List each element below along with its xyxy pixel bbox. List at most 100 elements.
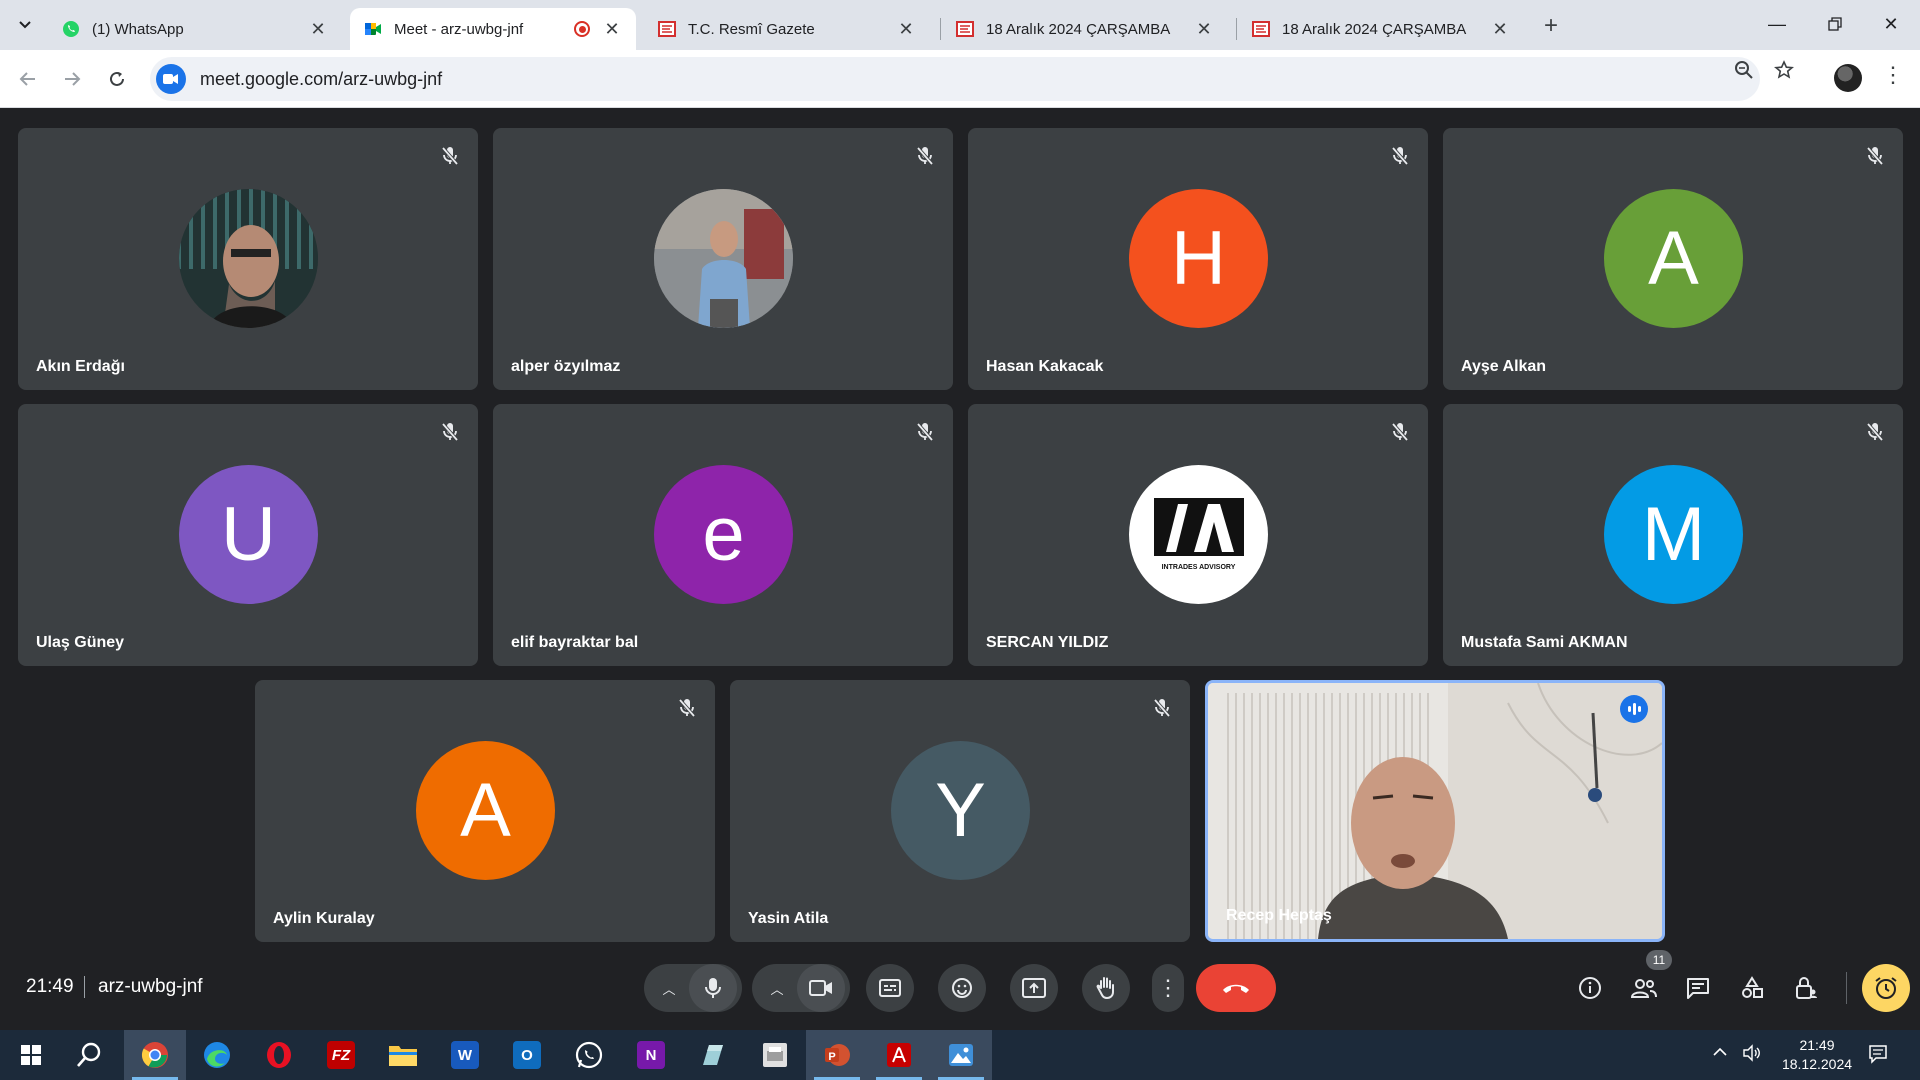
taskbar-word[interactable]: W — [434, 1030, 496, 1080]
tab-meet[interactable]: Meet - arz-uwbg-jnf ✕ — [350, 8, 636, 50]
mic-off-icon — [438, 144, 462, 168]
participant-tile[interactable]: A Ayşe Alkan — [1443, 128, 1903, 390]
reload-button[interactable] — [101, 63, 133, 95]
show-hidden-icons[interactable] — [1712, 1044, 1728, 1063]
close-tab-icon[interactable]: ✕ — [1194, 19, 1214, 40]
participant-count-badge: 11 — [1646, 950, 1672, 970]
taskbar-filezilla[interactable]: FZ — [310, 1030, 372, 1080]
chat-icon — [1687, 978, 1709, 999]
taskbar-printer-app[interactable] — [744, 1030, 806, 1080]
participant-name: Ulaş Güney — [36, 634, 125, 651]
taskbar-photos[interactable] — [930, 1030, 992, 1080]
start-button[interactable] — [0, 1030, 62, 1080]
host-controls-button[interactable] — [1862, 964, 1910, 1012]
video-options-chevron-icon[interactable]: ︿ — [757, 979, 797, 998]
app-icon — [703, 1045, 723, 1065]
speaking-indicator-icon — [1620, 695, 1648, 723]
more-options-button[interactable]: ⋮ — [1152, 964, 1184, 1012]
participant-tile[interactable]: Y Yasin Atila — [730, 680, 1190, 942]
participant-tile[interactable]: A Aylin Kuralay — [255, 680, 715, 942]
participant-tile[interactable]: Recep Heptaş — [1205, 680, 1665, 942]
browser-toolbar: meet.google.com/arz-uwbg-jnf ⋮ — [0, 50, 1920, 108]
browser-tab-strip: (1) WhatsApp ✕ Meet - arz-uwbg-jnf ✕ T.C… — [0, 0, 1920, 50]
onenote-icon: N — [637, 1041, 665, 1069]
participant-tile[interactable]: M Mustafa Sami AKMAN — [1443, 404, 1903, 666]
new-tab-button[interactable]: + — [1544, 12, 1558, 40]
avatar-initial: A — [1648, 216, 1699, 301]
emoji-reactions-button[interactable] — [938, 964, 986, 1012]
tab-title: 18 Aralık 2024 ÇARŞAMBA — [986, 20, 1171, 38]
restore-button[interactable] — [1806, 6, 1864, 42]
intrades-logo — [1153, 498, 1244, 556]
participant-tile[interactable]: H Hasan Kakacak — [968, 128, 1428, 390]
captions-button[interactable] — [866, 964, 914, 1012]
taskbar-clock[interactable]: 21:49 18.12.2024 — [1772, 1036, 1862, 1074]
tab-search-button[interactable] — [10, 10, 40, 40]
windows-taskbar: FZ W O N P 21:49 18.12.2024 — [0, 1030, 1920, 1080]
taskbar-acrobat[interactable] — [868, 1030, 930, 1080]
close-tab-icon[interactable]: ✕ — [308, 19, 328, 40]
recording-icon — [574, 21, 590, 37]
close-tab-icon[interactable]: ✕ — [602, 19, 622, 40]
word-icon: W — [451, 1041, 479, 1069]
profile-avatar[interactable] — [1834, 64, 1862, 92]
raise-hand-button[interactable] — [1082, 964, 1130, 1012]
chevron-down-icon — [19, 21, 31, 29]
close-window-button[interactable]: ✕ — [1862, 6, 1920, 42]
participant-tile[interactable]: e elif bayraktar bal — [493, 404, 953, 666]
host-lock-button[interactable] — [1786, 968, 1826, 1008]
divider — [1846, 972, 1847, 1004]
participant-tile[interactable]: U Ulaş Güney — [18, 404, 478, 666]
notifications-button[interactable] — [1868, 1044, 1888, 1067]
address-bar[interactable]: meet.google.com/arz-uwbg-jnf — [150, 57, 1760, 101]
leave-call-button[interactable] — [1196, 964, 1276, 1012]
microphone-button[interactable] — [689, 964, 737, 1012]
taskbar-whatsapp[interactable] — [558, 1030, 620, 1080]
taskbar-opera[interactable] — [248, 1030, 310, 1080]
close-tab-icon[interactable]: ✕ — [896, 19, 916, 40]
back-button[interactable] — [12, 63, 44, 95]
present-screen-button[interactable] — [1010, 964, 1058, 1012]
tab-aralik-2[interactable]: 18 Aralık 2024 ÇARŞAMBA ✕ — [1238, 8, 1524, 50]
participant-tile[interactable]: Akın Erdağı — [18, 128, 478, 390]
mic-off-icon — [1863, 144, 1887, 168]
notification-icon — [1869, 1045, 1887, 1064]
powerpoint-icon: P — [825, 1044, 850, 1066]
minimize-button[interactable]: — — [1748, 6, 1806, 42]
tab-resmi-gazete[interactable]: T.C. Resmî Gazete ✕ — [644, 8, 930, 50]
meeting-details-button[interactable] — [1570, 968, 1610, 1008]
camera-button[interactable] — [797, 964, 845, 1012]
taskbar-onenote[interactable]: N — [620, 1030, 682, 1080]
taskbar-app[interactable] — [682, 1030, 744, 1080]
participant-tile[interactable]: alper özyılmaz — [493, 128, 953, 390]
chevron-up-icon — [1713, 1047, 1727, 1056]
taskbar-chrome[interactable] — [124, 1030, 186, 1080]
activities-button[interactable] — [1732, 968, 1772, 1008]
zoom-icon[interactable] — [1734, 60, 1754, 86]
search-button[interactable] — [58, 1030, 120, 1080]
chat-button[interactable] — [1678, 968, 1718, 1008]
tab-aralik-1[interactable]: 18 Aralık 2024 ÇARŞAMBA ✕ — [942, 8, 1228, 50]
participant-name: Yasin Atila — [748, 910, 829, 927]
taskbar-edge[interactable] — [186, 1030, 248, 1080]
acrobat-icon — [887, 1043, 911, 1067]
forward-button[interactable] — [56, 63, 88, 95]
people-button[interactable] — [1624, 968, 1664, 1008]
taskbar-powerpoint[interactable]: P — [806, 1030, 868, 1080]
audio-options-chevron-icon[interactable]: ︿ — [649, 979, 689, 998]
avatar-initial: U — [221, 492, 276, 577]
avatar-initial: Y — [935, 768, 986, 853]
participant-tile[interactable]: INTRADES ADVISORY SERCAN YILDIZ — [968, 404, 1428, 666]
lock-person-icon — [1796, 977, 1817, 999]
taskbar-outlook[interactable]: O — [496, 1030, 558, 1080]
site-info-icon[interactable] — [156, 64, 186, 94]
volume-button[interactable] — [1742, 1044, 1762, 1065]
taskbar-file-explorer[interactable] — [372, 1030, 434, 1080]
bookmark-star-icon[interactable] — [1773, 60, 1795, 86]
close-tab-icon[interactable]: ✕ — [1490, 19, 1510, 40]
avatar-initial: M — [1641, 492, 1706, 577]
browser-menu-icon[interactable]: ⋮ — [1882, 62, 1904, 88]
url-text[interactable]: meet.google.com/arz-uwbg-jnf — [200, 69, 442, 90]
activities-icon — [1742, 976, 1763, 998]
tab-whatsapp[interactable]: (1) WhatsApp ✕ — [48, 8, 342, 50]
